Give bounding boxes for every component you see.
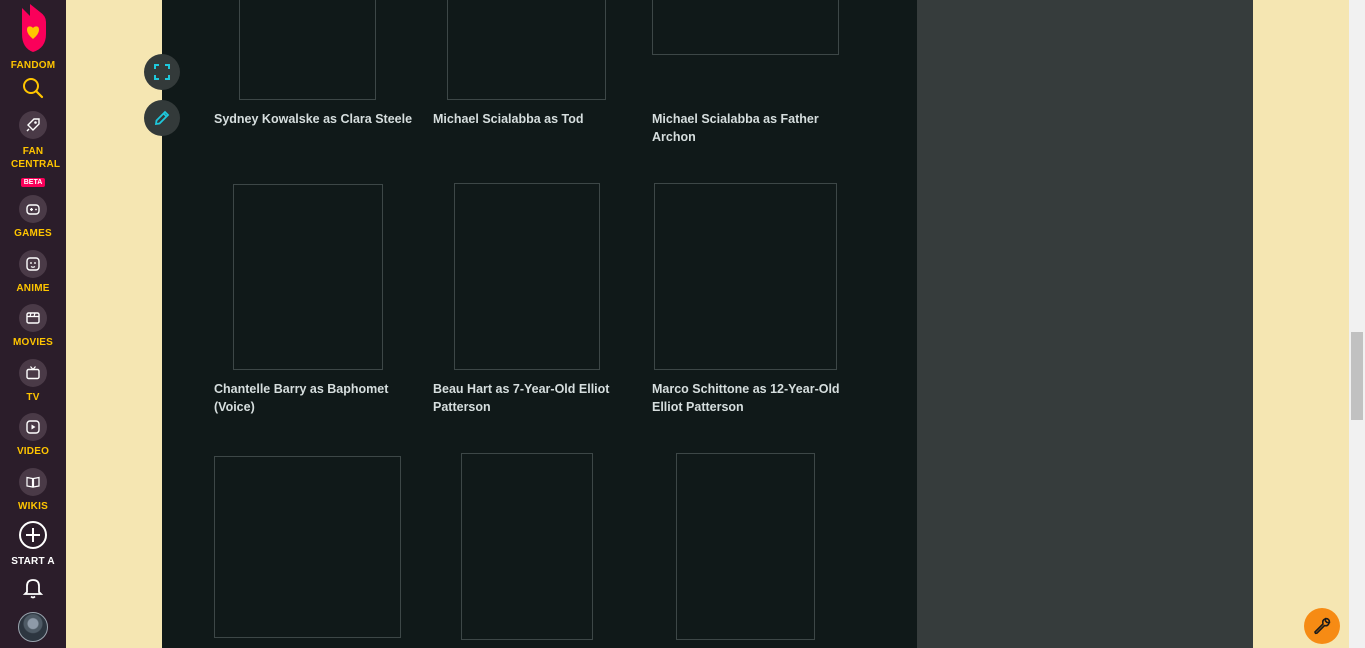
- nav-movies[interactable]: MOVIES: [0, 304, 66, 349]
- cast-photo-3[interactable]: [652, 0, 839, 55]
- expand-icon: [154, 64, 170, 80]
- fandom-logo-link[interactable]: FANDOM: [0, 4, 66, 72]
- edit-button[interactable]: [144, 100, 180, 136]
- global-navigation: FANDOM FAN CENTRAL BETA GAMES ANIME MOVI…: [0, 0, 66, 648]
- cast-photo-6[interactable]: [654, 183, 837, 370]
- rocket-icon: [19, 111, 47, 139]
- play-video-icon: [19, 413, 47, 441]
- anime-face-icon: [19, 250, 47, 278]
- cast-caption-3: Michael Scialabba as Father Archon: [652, 112, 819, 144]
- games-label: GAMES: [14, 228, 52, 239]
- wiki-tools-button[interactable]: [1304, 608, 1340, 644]
- nav-start-a-wiki[interactable]: START A: [0, 520, 66, 568]
- plus-circle-icon: [19, 521, 47, 549]
- fullscreen-button[interactable]: [144, 54, 180, 90]
- nav-tv[interactable]: TV: [0, 359, 66, 404]
- cast-photo-7[interactable]: [214, 456, 401, 638]
- nav-fan-central[interactable]: FAN CENTRAL BETA: [0, 111, 66, 189]
- cast-photo-5[interactable]: [454, 183, 600, 370]
- cast-caption-2: Michael Scialabba as Tod: [433, 112, 584, 126]
- scrollbar-track[interactable]: [1349, 0, 1365, 648]
- notifications-button[interactable]: [0, 576, 66, 605]
- fandom-brand-label: FANDOM: [10, 60, 56, 71]
- cast-caption-4: Chantelle Barry as Baphomet (Voice): [214, 382, 389, 414]
- gamepad-icon: [19, 195, 47, 223]
- tv-icon: [19, 359, 47, 387]
- right-rail: [917, 0, 1253, 648]
- cast-caption-1: Sydney Kowalske as Clara Steele: [214, 112, 413, 126]
- tv-label: TV: [26, 392, 40, 403]
- cast-photo-1[interactable]: [239, 0, 376, 100]
- avatar: [18, 612, 48, 642]
- start-a-label: START A: [11, 556, 55, 567]
- pencil-icon: [154, 110, 170, 126]
- anime-label: ANIME: [16, 283, 50, 294]
- clapperboard-icon: [19, 304, 47, 332]
- user-avatar-button[interactable]: [0, 612, 66, 642]
- movies-label: MOVIES: [12, 337, 54, 348]
- open-book-icon: [19, 468, 47, 496]
- nav-anime[interactable]: ANIME: [0, 250, 66, 295]
- bell-icon: [22, 579, 44, 599]
- search-icon: [23, 78, 44, 99]
- fan-central-label: FAN CENTRAL: [11, 146, 61, 170]
- cast-caption-5: Beau Hart as 7-Year-Old Elliot Patterson: [433, 382, 610, 414]
- video-label: VIDEO: [16, 446, 50, 457]
- cast-photo-9[interactable]: [676, 453, 815, 640]
- scrollbar-thumb[interactable]: [1351, 332, 1363, 420]
- nav-video[interactable]: VIDEO: [0, 413, 66, 458]
- wrench-icon: [1314, 617, 1331, 635]
- nav-wikis[interactable]: WIKIS: [0, 468, 66, 513]
- cast-photo-2[interactable]: [447, 0, 606, 100]
- wikis-label: WIKIS: [18, 501, 48, 512]
- cast-photo-4[interactable]: [233, 184, 383, 370]
- fandom-logo-icon: [22, 4, 46, 52]
- article-content: Sydney Kowalske as Clara Steele Michael …: [162, 0, 917, 648]
- cast-photo-8[interactable]: [461, 453, 593, 640]
- beta-badge: BETA: [20, 178, 46, 187]
- cast-caption-6: Marco Schittone as 12-Year-Old Elliot Pa…: [652, 382, 840, 414]
- search-button[interactable]: [0, 76, 66, 105]
- nav-games[interactable]: GAMES: [0, 195, 66, 240]
